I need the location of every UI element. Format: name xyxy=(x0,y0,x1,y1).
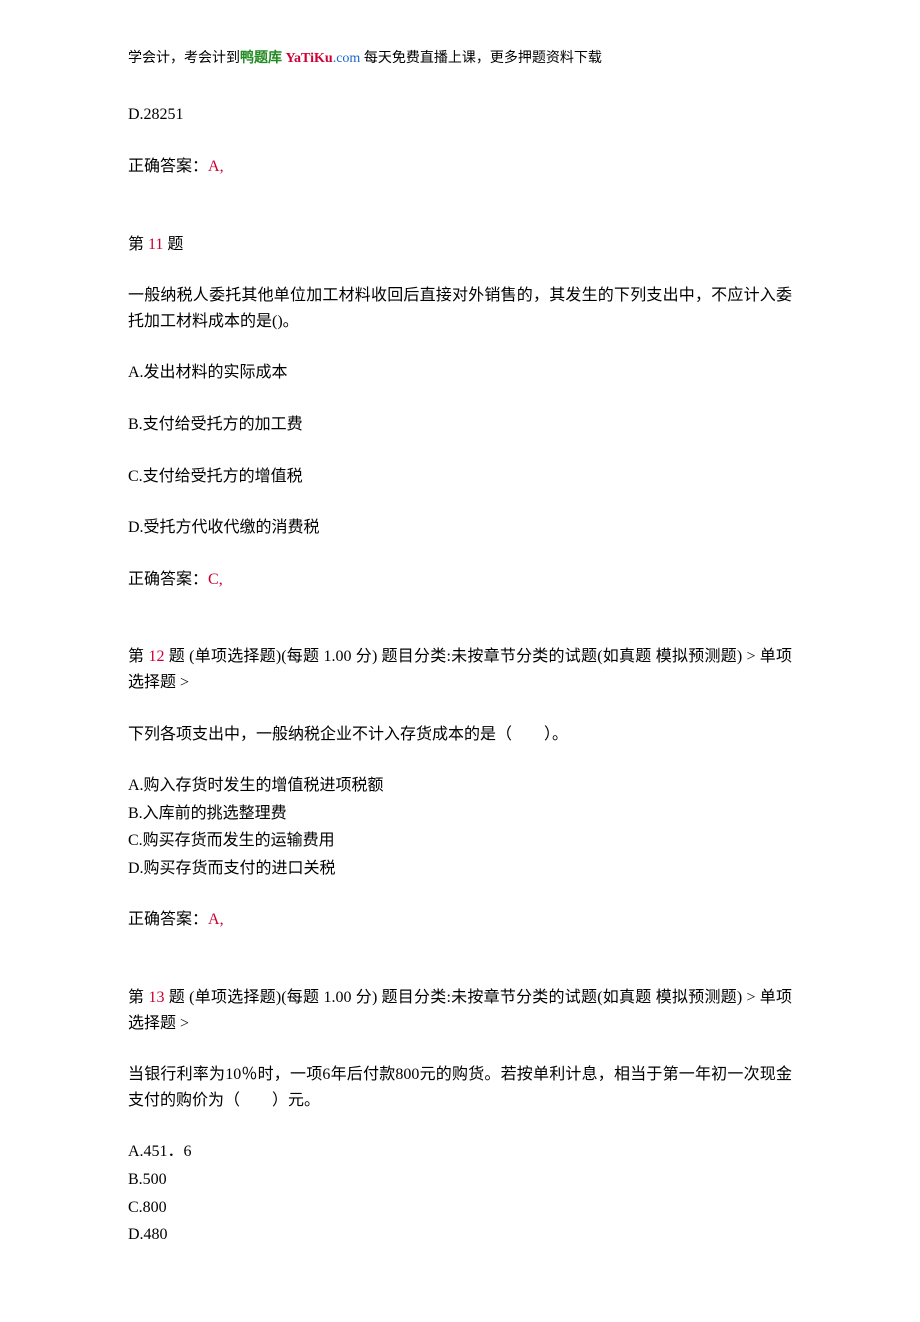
question-12-header: 第 12 题 (单项选择题)(每题 1.00 分) 题目分类:未按章节分类的试题… xyxy=(128,644,792,695)
q-suffix: 题 (单项选择题)(每题 1.00 分) 题目分类:未按章节分类的试题(如真题 … xyxy=(128,648,792,691)
q-prefix: 第 xyxy=(128,989,148,1006)
answer-label: 正确答案： xyxy=(128,571,208,588)
option-d: D.受托方代收代缴的消费税 xyxy=(128,515,792,541)
q-suffix: 题 xyxy=(163,236,183,253)
question-13-header: 第 13 题 (单项选择题)(每题 1.00 分) 题目分类:未按章节分类的试题… xyxy=(128,985,792,1036)
question-12-options: A.购入存货时发生的增值税进项税额 B.入库前的挑选整理费 C.购买存货而发生的… xyxy=(128,773,792,881)
answer-12: 正确答案：A, xyxy=(128,907,792,933)
answer-label: 正确答案： xyxy=(128,158,208,175)
option-c: C.购买存货而发生的运输费用 xyxy=(128,828,792,854)
answer-10: 正确答案：A, xyxy=(128,154,792,180)
question-13-stem: 当银行利率为10％时，一项6年后付款800元的购货。若按单利计息，相当于第一年初… xyxy=(128,1062,792,1113)
answer-value: A, xyxy=(208,158,224,175)
q-number: 11 xyxy=(148,236,163,253)
brand-green: 鸭题库 xyxy=(240,51,282,66)
answer-11: 正确答案：C, xyxy=(128,567,792,593)
q-prefix: 第 xyxy=(128,648,148,665)
option-d: D.480 xyxy=(128,1222,792,1248)
header-prefix: 学会计，考会计到 xyxy=(128,51,240,66)
stem-text: 下列各项支出中，一般纳税企业不计入存货成本的是（ ）。 xyxy=(128,722,792,748)
brand-red: YaTiKu xyxy=(282,51,333,66)
spacer xyxy=(128,206,792,232)
option-c: C.支付给受托方的增值税 xyxy=(128,464,792,490)
question-13-options: A.451．6 B.500 C.800 D.480 xyxy=(128,1139,792,1247)
q-suffix: 题 (单项选择题)(每题 1.00 分) 题目分类:未按章节分类的试题(如真题 … xyxy=(128,989,792,1032)
stem-text: 当银行利率为10％时，一项6年后付款800元的购货。若按单利计息，相当于第一年初… xyxy=(128,1062,792,1113)
question-10-remainder: D.28251 xyxy=(128,102,792,128)
q-number: 12 xyxy=(148,648,164,665)
document-page: 学会计，考会计到鸭题库 YaTiKu.com 每天免费直播上课，更多押题资料下载… xyxy=(0,0,920,1322)
question-11-header: 第 11 题 xyxy=(128,232,792,258)
option-a: A.发出材料的实际成本 xyxy=(128,360,792,386)
option-a: A.购入存货时发生的增值税进项税额 xyxy=(128,773,792,799)
option-a: A.451．6 xyxy=(128,1139,792,1165)
option-b: B.入库前的挑选整理费 xyxy=(128,801,792,827)
answer-value: A, xyxy=(208,911,224,928)
q-number: 13 xyxy=(148,989,164,1006)
option-b: B.支付给受托方的加工费 xyxy=(128,412,792,438)
stem-text: 一般纳税人委托其他单位加工材料收回后直接对外销售的，其发生的下列支出中，不应计入… xyxy=(128,283,792,334)
answer-value: C, xyxy=(208,571,223,588)
brand-suffix: .com xyxy=(333,51,361,66)
question-12-stem: 下列各项支出中，一般纳税企业不计入存货成本的是（ ）。 xyxy=(128,722,792,748)
answer-label: 正确答案： xyxy=(128,911,208,928)
option-text: C.支付给受托方的增值税 xyxy=(128,464,792,490)
option-b: B.500 xyxy=(128,1167,792,1193)
option-text: A.发出材料的实际成本 xyxy=(128,360,792,386)
option-text: D.受托方代收代缴的消费税 xyxy=(128,515,792,541)
spacer xyxy=(128,618,792,644)
option-d: D.购买存货而支付的进口关税 xyxy=(128,856,792,882)
option-d: D.28251 xyxy=(128,102,792,128)
option-c: C.800 xyxy=(128,1195,792,1221)
option-text: B.支付给受托方的加工费 xyxy=(128,412,792,438)
question-11-stem: 一般纳税人委托其他单位加工材料收回后直接对外销售的，其发生的下列支出中，不应计入… xyxy=(128,283,792,334)
header-tail: 每天免费直播上课，更多押题资料下载 xyxy=(360,51,602,66)
q-prefix: 第 xyxy=(128,236,148,253)
page-header: 学会计，考会计到鸭题库 YaTiKu.com 每天免费直播上课，更多押题资料下载 xyxy=(128,48,792,70)
spacer xyxy=(128,959,792,985)
